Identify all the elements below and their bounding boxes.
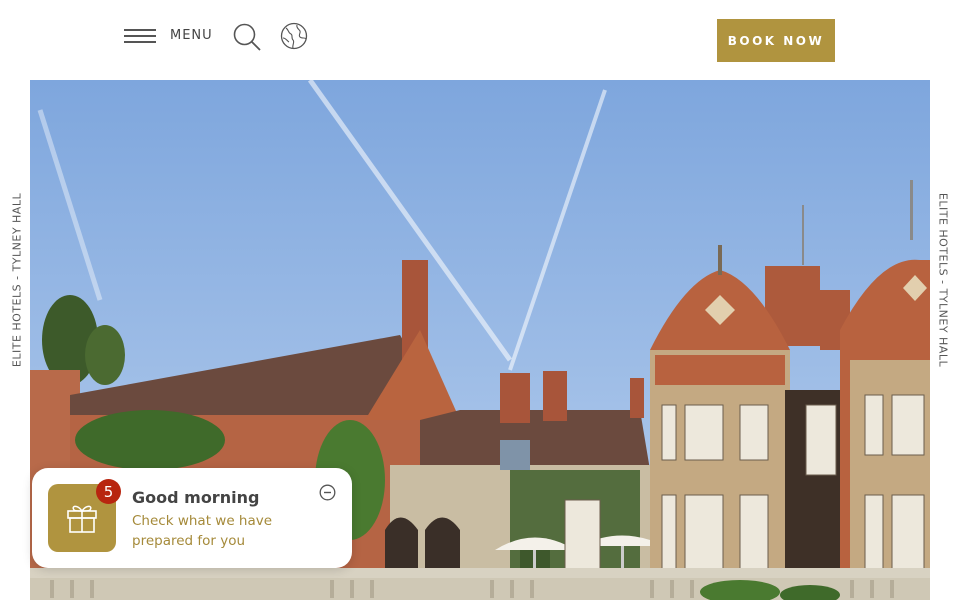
menu-label: MENU	[170, 27, 213, 43]
site-header: MENU BOOK NOW	[0, 0, 960, 80]
book-now-button[interactable]: BOOK NOW	[717, 19, 835, 62]
notification-title: Good morning	[132, 488, 260, 507]
notification-count-badge: 5	[96, 479, 121, 504]
minus-circle-icon[interactable]	[319, 484, 336, 501]
notification-message: Check what we have prepared for you	[132, 513, 273, 549]
menu-button[interactable]: MENU	[124, 26, 213, 44]
hamburger-icon	[124, 26, 156, 44]
search-icon[interactable]	[232, 22, 262, 52]
side-label-right: ELITE HOTELS - TYLNEY HALL	[936, 192, 950, 368]
globe-icon[interactable]	[280, 22, 308, 50]
greeting-notification-card[interactable]: Good morning Check what we have prepared…	[32, 468, 352, 568]
side-label-left: ELITE HOTELS - TYLNEY HALL	[10, 192, 24, 368]
gift-icon	[67, 505, 97, 533]
